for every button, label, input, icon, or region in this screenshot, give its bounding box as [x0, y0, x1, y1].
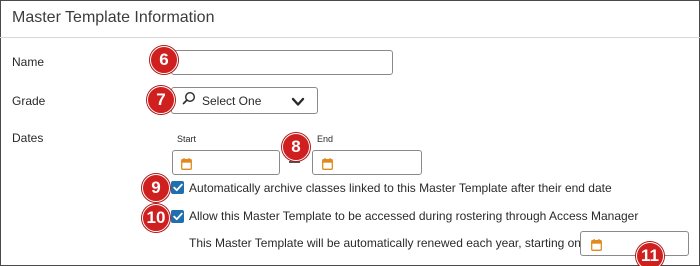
archive-option-label: Automatically archive classes linked to … — [189, 181, 612, 195]
form-panel — [0, 0, 700, 266]
checkmark-icon — [172, 183, 183, 192]
grade-select[interactable]: Select One — [171, 87, 318, 114]
callout-badge-8: 8 — [282, 133, 310, 161]
callout-badge-6: 6 — [150, 46, 178, 74]
access-manager-checkbox[interactable] — [171, 210, 184, 223]
renewal-label: This Master Template will be automatical… — [189, 236, 581, 250]
title-divider — [0, 37, 700, 38]
archive-checkbox[interactable] — [171, 181, 184, 194]
chevron-down-icon — [291, 95, 305, 113]
callout-badge-11: 11 — [636, 242, 664, 266]
search-icon — [182, 91, 196, 110]
grade-select-value: Select One — [202, 93, 262, 108]
section-title: Master Template Information — [12, 9, 215, 26]
callout-badge-9: 9 — [142, 174, 170, 202]
calendar-icon[interactable] — [322, 157, 333, 175]
start-date-label: Start — [177, 134, 197, 144]
name-label: Name — [12, 55, 45, 69]
start-date-input[interactable] — [172, 150, 280, 175]
callout-badge-10: 10 — [142, 204, 170, 232]
calendar-icon[interactable] — [181, 157, 192, 175]
name-input[interactable] — [171, 50, 393, 75]
checkmark-icon — [172, 212, 183, 221]
access-manager-option-label: Allow this Master Template to be accesse… — [189, 209, 639, 223]
dates-label: Dates — [12, 131, 44, 145]
calendar-icon[interactable] — [591, 238, 602, 256]
callout-badge-7: 7 — [147, 86, 175, 114]
end-date-label: End — [317, 134, 334, 144]
end-date-input[interactable] — [312, 150, 422, 175]
date-range-dash — [289, 161, 300, 163]
renewal-date-input[interactable] — [580, 231, 689, 256]
grade-label: Grade — [12, 94, 46, 108]
